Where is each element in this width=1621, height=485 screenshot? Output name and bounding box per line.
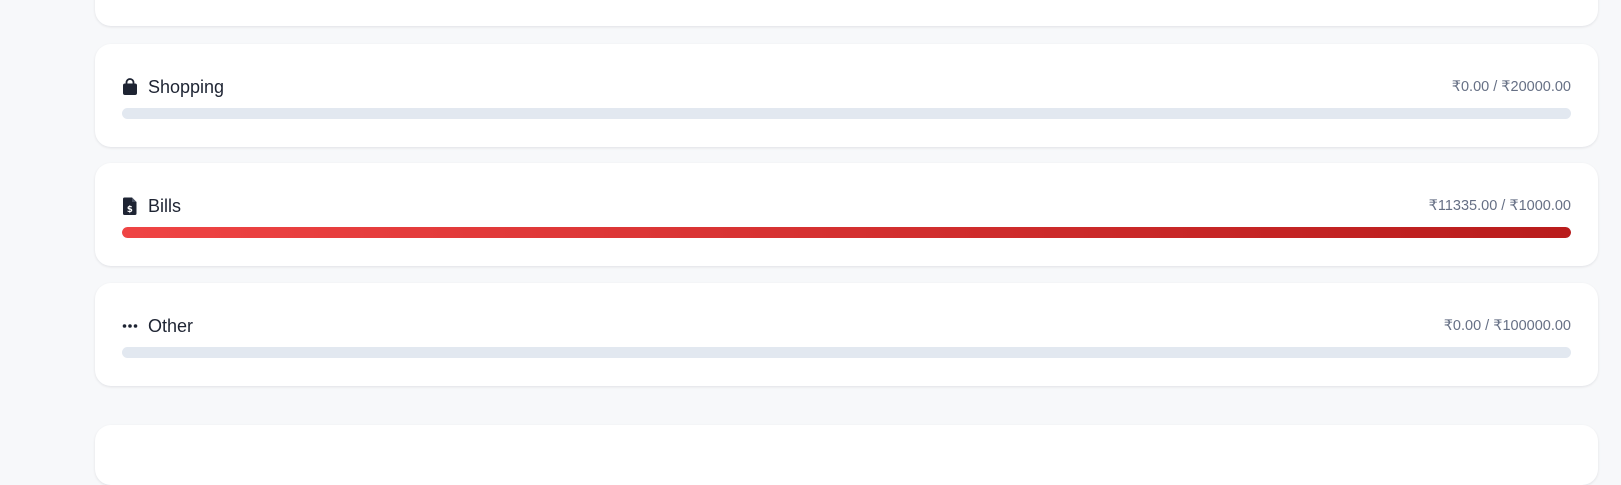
budget-progress-bar <box>122 108 1571 119</box>
budget-name: Other <box>148 315 194 336</box>
budget-card-header: Other ₹0.00 / ₹100000.00 <box>122 313 1571 339</box>
budget-title: $ Bills <box>122 196 181 217</box>
budget-amount: ₹0.00 / ₹20000.00 <box>1451 79 1571 95</box>
budget-amount: ₹11335.00 / ₹1000.00 <box>1428 198 1571 214</box>
budget-progress-fill <box>122 227 1571 238</box>
budget-card-bills: $ Bills ₹11335.00 / ₹1000.00 <box>95 163 1598 266</box>
budget-amount: ₹0.00 / ₹100000.00 <box>1443 318 1571 334</box>
budget-title: Other <box>122 316 193 337</box>
shopping-bag-icon <box>122 78 138 96</box>
budget-card-header: Shopping ₹0.00 / ₹20000.00 <box>122 74 1571 100</box>
budget-progress-bar <box>122 227 1571 238</box>
budget-card-partial-bottom <box>95 425 1598 485</box>
more-dots-icon <box>122 317 138 335</box>
svg-text:$: $ <box>127 205 133 215</box>
budget-name: Shopping <box>148 76 225 97</box>
budget-card-shopping: Shopping ₹0.00 / ₹20000.00 <box>95 44 1598 147</box>
budget-card-other: Other ₹0.00 / ₹100000.00 <box>95 283 1598 386</box>
budget-progress-bar <box>122 347 1571 358</box>
budget-card-header: $ Bills ₹11335.00 / ₹1000.00 <box>122 193 1571 219</box>
budget-name: Bills <box>148 195 182 216</box>
budget-title: Shopping <box>122 77 224 98</box>
budget-card-partial-top <box>95 0 1598 26</box>
bill-document-icon: $ <box>122 197 138 215</box>
